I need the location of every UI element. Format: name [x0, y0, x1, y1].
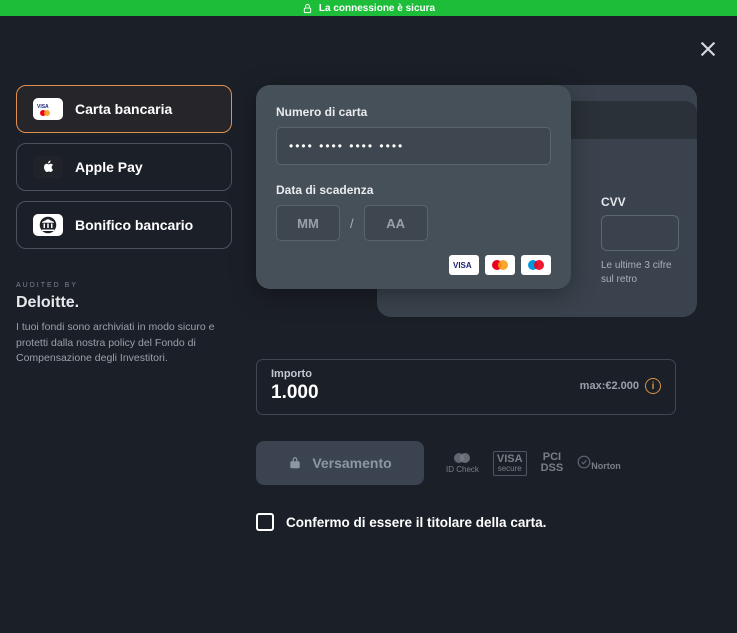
cvv-hint: Le ultime 3 cifre sul retro — [601, 259, 679, 287]
expiry-label: Data di scadenza — [276, 183, 551, 197]
audited-by-label: AUDITED BY — [16, 281, 232, 291]
visa-icon: VISA — [449, 255, 479, 275]
cvv-label: CVV — [601, 195, 679, 209]
payment-method-label: Bonifico bancario — [75, 217, 193, 233]
visa-secure-icon: VISAsecure — [493, 451, 527, 476]
confirm-checkbox[interactable] — [256, 513, 274, 531]
amount-label: Importo — [271, 368, 319, 380]
amount-box[interactable]: Importo 1.000 max:€2.000 i — [256, 359, 676, 415]
svg-text:VISA: VISA — [37, 104, 49, 110]
amount-max-label: max:€2.000 — [580, 380, 639, 392]
auditor-name: Deloitte. — [16, 291, 232, 314]
card-number-label: Numero di carta — [276, 105, 551, 119]
info-icon[interactable]: i — [645, 378, 661, 394]
cvv-input[interactable] — [601, 215, 679, 251]
audit-disclaimer: I tuoi fondi sono archiviati in modo sic… — [16, 320, 232, 366]
maestro-icon — [521, 255, 551, 275]
card-number-input[interactable] — [276, 127, 551, 165]
norton-secured-icon: Norton — [577, 455, 621, 471]
deposit-button[interactable]: Versamento — [256, 441, 424, 485]
mastercard-idcheck-icon: ID Check — [446, 452, 479, 474]
card-brand-icons: VISA — [276, 255, 551, 275]
payment-method-applepay[interactable]: Apple Pay — [16, 143, 232, 191]
security-certifications: ID Check VISAsecure PCIDSS Norton — [446, 451, 621, 476]
confirm-label: Confermo di essere il titolare della car… — [286, 515, 546, 530]
expiry-separator: / — [350, 216, 354, 231]
payment-method-label: Apple Pay — [75, 159, 143, 175]
audit-info: AUDITED BY Deloitte. I tuoi fondi sono a… — [16, 281, 232, 366]
deposit-button-label: Versamento — [312, 455, 391, 471]
card-brands-icon: VISA — [33, 98, 63, 120]
payment-method-banktransfer[interactable]: Bonifico bancario — [16, 201, 232, 249]
payment-method-label: Carta bancaria — [75, 101, 172, 117]
svg-text:VISA: VISA — [453, 261, 472, 270]
payment-method-card[interactable]: VISA Carta bancaria — [16, 85, 232, 133]
apple-icon — [33, 156, 63, 178]
expiry-year-input[interactable] — [364, 205, 428, 241]
payment-methods-sidebar: VISA Carta bancaria Apple Pay Bonifico b… — [16, 40, 232, 531]
secure-connection-bar: La connessione è sicura — [0, 0, 737, 16]
expiry-month-input[interactable] — [276, 205, 340, 241]
lock-icon — [302, 3, 313, 14]
secure-text: La connessione è sicura — [319, 3, 435, 14]
lock-icon — [288, 456, 302, 470]
close-icon — [697, 38, 719, 60]
card-front-panel: Numero di carta Data di scadenza / VISA — [256, 85, 571, 289]
bank-icon — [33, 214, 63, 236]
mastercard-icon — [485, 255, 515, 275]
amount-value: 1.000 — [271, 382, 319, 404]
deposit-form: CVV Le ultime 3 cifre sul retro Numero d… — [256, 40, 697, 531]
close-button[interactable] — [697, 38, 719, 65]
pci-dss-icon: PCIDSS — [541, 452, 564, 474]
